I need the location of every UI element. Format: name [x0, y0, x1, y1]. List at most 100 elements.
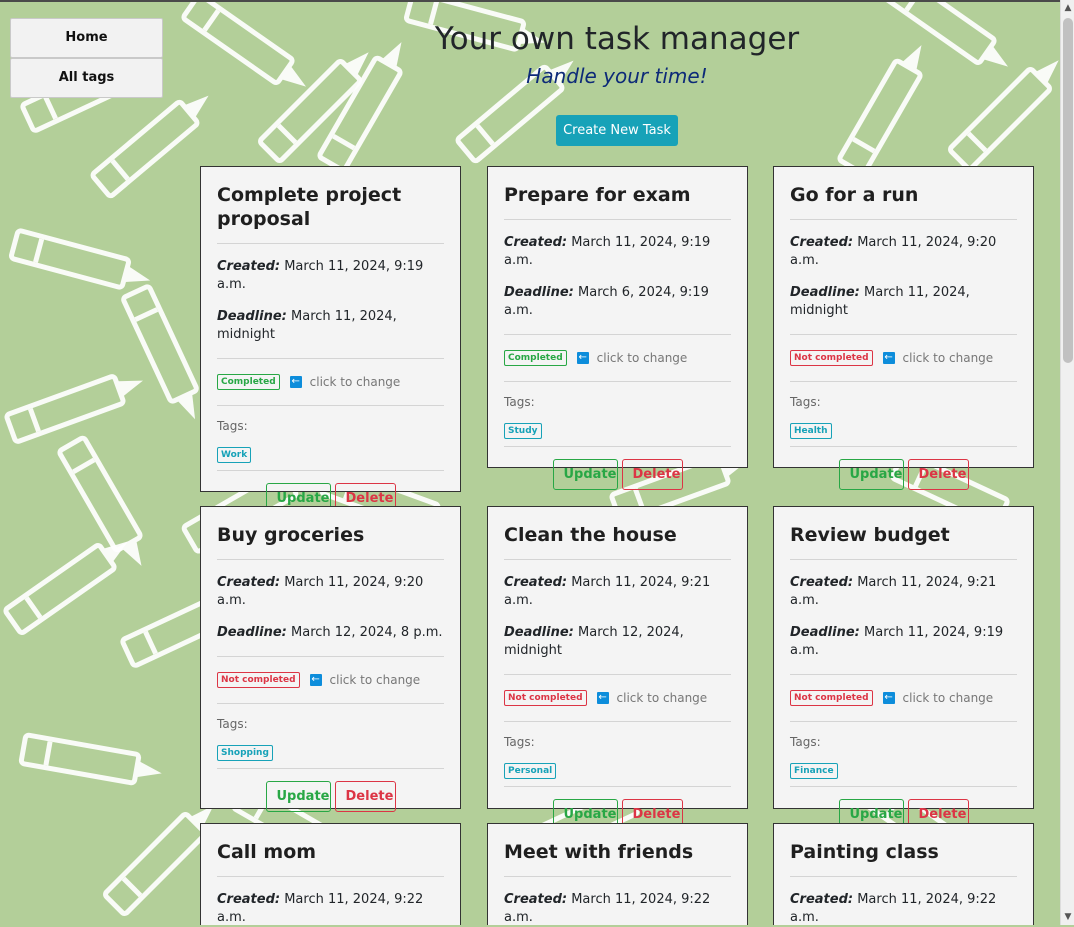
- status-row[interactable]: Completed ← click to change: [217, 373, 444, 391]
- arrow-left-icon[interactable]: ←: [596, 692, 609, 704]
- created-row: Created: March 11, 2024, 9:22 a.m.: [217, 892, 424, 925]
- task-card: Painting class Created: March 11, 2024, …: [773, 823, 1034, 925]
- status-badge: Not completed: [217, 672, 300, 688]
- all-tags-button[interactable]: All tags: [10, 58, 163, 98]
- status-badge: Completed: [504, 350, 567, 366]
- task-title: Call mom: [217, 841, 317, 863]
- tags-label: Tags:: [504, 735, 535, 749]
- delete-button[interactable]: Delete: [907, 459, 969, 490]
- divider: [790, 334, 1017, 335]
- divider: [217, 243, 444, 244]
- task-card: Complete project proposal Created: March…: [200, 166, 461, 514]
- update-button[interactable]: Update: [552, 459, 618, 490]
- divider: [790, 786, 1017, 787]
- divider: [217, 656, 444, 657]
- tag-badge[interactable]: Personal: [504, 763, 557, 779]
- tags-label: Tags:: [504, 395, 535, 409]
- task-card: Call mom Created: March 11, 2024, 9:22 a…: [200, 823, 461, 925]
- vertical-scrollbar[interactable]: ▲ ▼: [1060, 0, 1074, 925]
- task-title: Prepare for exam: [504, 184, 691, 206]
- tag-badge[interactable]: Finance: [790, 763, 838, 779]
- created-row: Created: March 11, 2024, 9:22 a.m.: [504, 892, 711, 925]
- status-badge: Not completed: [790, 690, 873, 706]
- divider: [790, 381, 1017, 382]
- page-title: Your own task manager: [434, 21, 800, 57]
- task-card: Clean the house Created: March 11, 2024,…: [487, 506, 748, 830]
- status-row[interactable]: Not completed ← click to change: [790, 349, 1017, 367]
- tags-label: Tags:: [217, 717, 248, 731]
- deadline-row: Deadline: March 6, 2024, 9:19 a.m.: [504, 285, 709, 318]
- status-badge: Not completed: [790, 350, 873, 366]
- arrow-left-icon[interactable]: ←: [882, 692, 895, 704]
- scroll-down-icon[interactable]: ▼: [1061, 909, 1074, 925]
- task-title: Clean the house: [504, 524, 677, 546]
- divider: [790, 219, 1017, 220]
- scroll-up-icon[interactable]: ▲: [1061, 0, 1074, 16]
- divider: [217, 358, 444, 359]
- divider: [790, 721, 1017, 722]
- tag-badge[interactable]: Work: [217, 447, 252, 463]
- created-row: Created: March 11, 2024, 9:22 a.m.: [790, 892, 997, 925]
- task-card: Prepare for exam Created: March 11, 2024…: [487, 166, 748, 490]
- arrow-left-icon[interactable]: ←: [576, 352, 589, 364]
- update-button[interactable]: Update: [838, 459, 904, 490]
- divider: [504, 721, 731, 722]
- created-row: Created: March 11, 2024, 9:19 a.m.: [217, 259, 424, 292]
- divider: [504, 381, 731, 382]
- task-title: Painting class: [790, 841, 939, 863]
- divider: [217, 405, 444, 406]
- created-row: Created: March 11, 2024, 9:20 a.m.: [217, 575, 424, 608]
- page-subtitle: Handle your time!: [526, 64, 708, 88]
- tags-label: Tags:: [790, 395, 821, 409]
- deadline-row: Deadline: March 12, 2024, midnight: [504, 625, 684, 658]
- created-row: Created: March 11, 2024, 9:20 a.m.: [790, 235, 997, 268]
- task-title: Buy groceries: [217, 524, 365, 546]
- tag-badge[interactable]: Study: [504, 423, 542, 439]
- status-row[interactable]: Not completed ← click to change: [790, 689, 1017, 707]
- delete-button[interactable]: Delete: [334, 781, 396, 812]
- created-row: Created: March 11, 2024, 9:21 a.m.: [504, 575, 711, 608]
- task-card: Review budget Created: March 11, 2024, 9…: [773, 506, 1034, 830]
- divider: [504, 446, 731, 447]
- arrow-left-icon[interactable]: ←: [882, 352, 895, 364]
- deadline-row: Deadline: March 11, 2024, midnight: [217, 309, 397, 342]
- divider: [217, 559, 444, 560]
- status-row[interactable]: Not completed ← click to change: [217, 671, 444, 689]
- create-task-button[interactable]: Create New Task: [556, 115, 678, 146]
- status-row[interactable]: Completed ← click to change: [504, 349, 731, 367]
- task-title: Go for a run: [790, 184, 919, 206]
- sidebar-nav: Home All tags: [10, 18, 163, 98]
- created-row: Created: March 11, 2024, 9:19 a.m.: [504, 235, 711, 268]
- arrow-left-icon[interactable]: ←: [309, 674, 322, 686]
- scrollbar-thumb[interactable]: [1063, 18, 1073, 363]
- divider: [790, 674, 1017, 675]
- divider: [790, 446, 1017, 447]
- task-title: Complete project proposal: [217, 184, 402, 230]
- delete-button[interactable]: Delete: [621, 459, 683, 490]
- tags-label: Tags:: [217, 419, 248, 433]
- home-button[interactable]: Home: [10, 18, 163, 58]
- divider: [504, 219, 731, 220]
- status-row[interactable]: Not completed ← click to change: [504, 689, 731, 707]
- divider: [217, 470, 444, 471]
- divider: [217, 876, 444, 877]
- deadline-row: Deadline: March 11, 2024, 9:19 a.m.: [790, 625, 1004, 658]
- divider: [790, 559, 1017, 560]
- divider: [790, 876, 1017, 877]
- deadline-row: Deadline: March 11, 2024, midnight: [790, 285, 970, 318]
- arrow-left-icon[interactable]: ←: [289, 376, 302, 388]
- task-card: Go for a run Created: March 11, 2024, 9:…: [773, 166, 1034, 490]
- divider: [504, 876, 731, 877]
- divider: [217, 768, 444, 769]
- divider: [504, 334, 731, 335]
- divider: [504, 786, 731, 787]
- divider: [504, 559, 731, 560]
- tag-badge[interactable]: Health: [790, 423, 832, 439]
- task-card: Meet with friends Created: March 11, 202…: [487, 823, 748, 925]
- task-title: Meet with friends: [504, 841, 694, 863]
- update-button[interactable]: Update: [265, 781, 331, 812]
- divider: [217, 703, 444, 704]
- divider: [504, 674, 731, 675]
- created-row: Created: March 11, 2024, 9:21 a.m.: [790, 575, 997, 608]
- tag-badge[interactable]: Shopping: [217, 745, 273, 761]
